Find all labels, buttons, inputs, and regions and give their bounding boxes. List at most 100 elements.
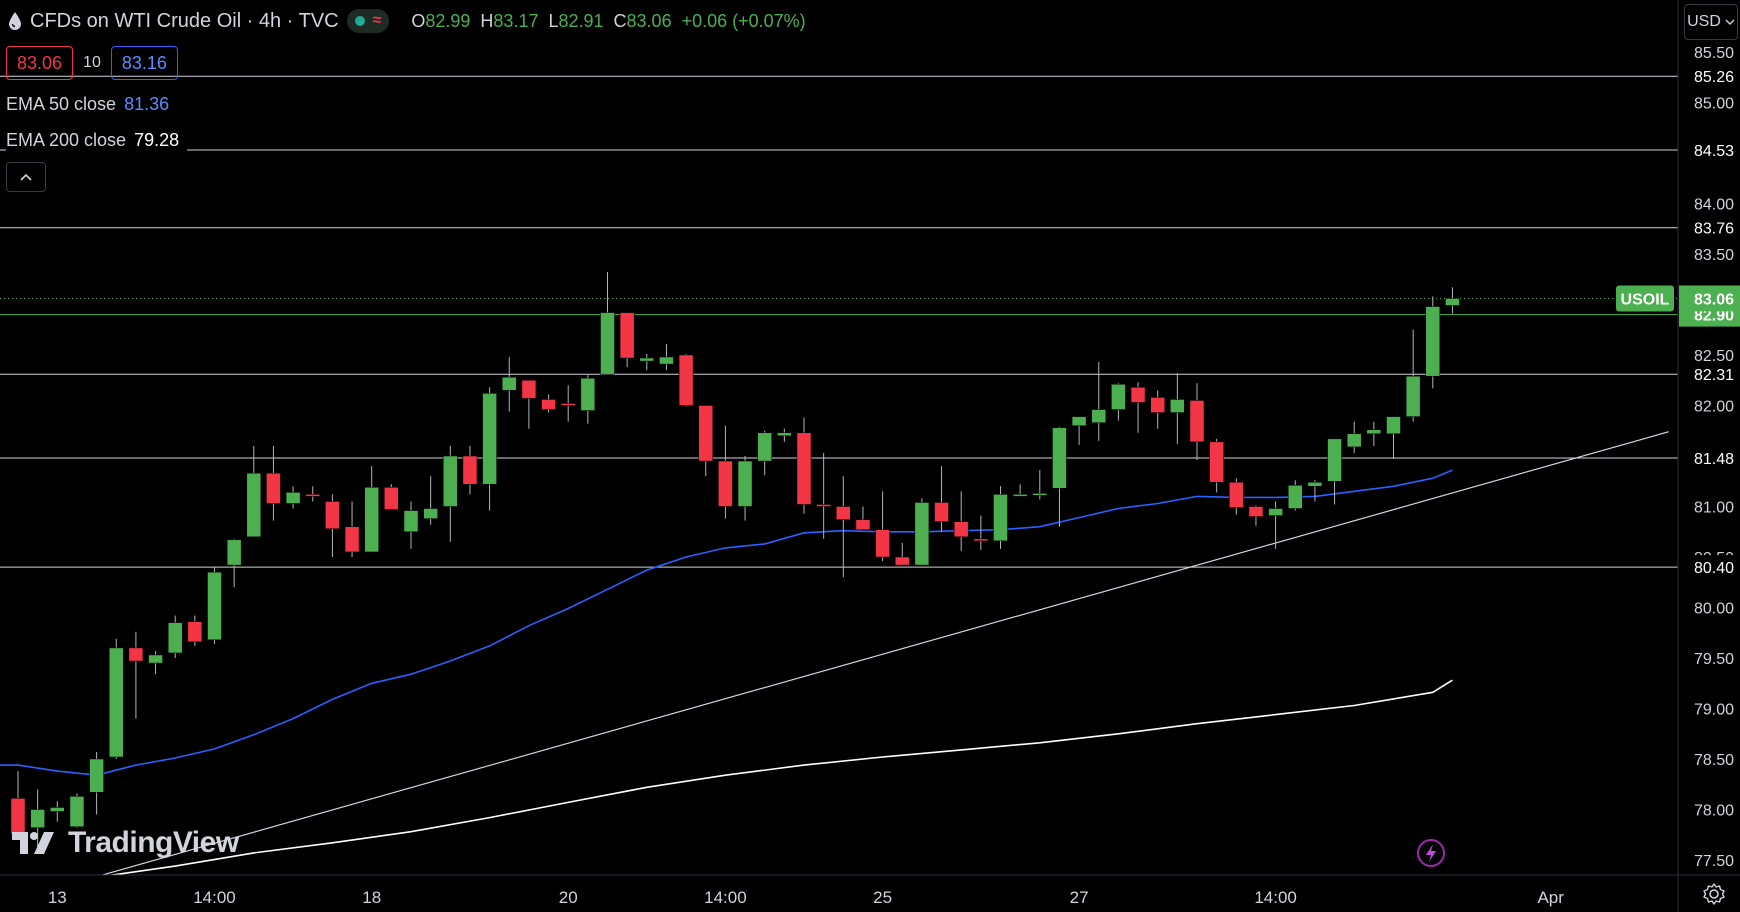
- candle-body[interactable]: [796, 432, 812, 505]
- candle-body[interactable]: [1071, 416, 1087, 426]
- symbol-title[interactable]: CFDs on WTI Crude Oil · 4h · TVC: [30, 10, 339, 33]
- oil-drop-icon: [9, 12, 21, 30]
- candle-body[interactable]: [953, 521, 969, 538]
- x-tick-label: 20: [559, 888, 578, 907]
- tradingview-logo[interactable]: TradingView: [12, 826, 239, 860]
- candle-body[interactable]: [1012, 494, 1028, 497]
- candle-body[interactable]: [1366, 429, 1382, 435]
- market-status[interactable]: ≈: [346, 9, 390, 33]
- candle-body[interactable]: [482, 393, 497, 485]
- candle-body[interactable]: [128, 647, 144, 662]
- candle-body[interactable]: [30, 809, 45, 828]
- candle-body[interactable]: [973, 538, 989, 542]
- candle-body[interactable]: [167, 622, 183, 654]
- candle-body[interactable]: [50, 807, 65, 812]
- candle-body[interactable]: [1288, 485, 1303, 509]
- candle-body[interactable]: [1386, 416, 1401, 435]
- candle-body[interactable]: [443, 455, 458, 507]
- candle-body[interactable]: [1425, 306, 1441, 377]
- settings-gear-icon[interactable]: [1702, 882, 1726, 906]
- currency-selector[interactable]: USD: [1684, 4, 1738, 40]
- candle-body[interactable]: [502, 376, 517, 391]
- y-tick-label: 80.00: [1694, 601, 1734, 618]
- candle-body[interactable]: [1032, 493, 1048, 496]
- candle-body[interactable]: [1150, 397, 1165, 413]
- candle-body[interactable]: [69, 796, 85, 827]
- price-axis[interactable]: [1678, 0, 1740, 875]
- candle-body[interactable]: [580, 377, 596, 411]
- candle-body[interactable]: [1405, 375, 1421, 417]
- candle-body[interactable]: [384, 487, 399, 510]
- candle-body[interactable]: [1268, 508, 1283, 516]
- candle-body[interactable]: [521, 380, 537, 399]
- symbol-tag: USOIL: [1621, 291, 1670, 308]
- logo-text: TradingView: [68, 826, 239, 859]
- candle-body[interactable]: [875, 529, 890, 558]
- candle-body[interactable]: [1111, 384, 1126, 410]
- candle-body[interactable]: [934, 502, 949, 522]
- candle-body[interactable]: [895, 556, 910, 566]
- candle-body[interactable]: [226, 539, 242, 566]
- candle-body[interactable]: [1091, 409, 1106, 423]
- candle-body[interactable]: [1327, 438, 1342, 482]
- candle-body[interactable]: [266, 472, 281, 504]
- candle-body[interactable]: [364, 487, 379, 553]
- close-value: 83.06: [626, 10, 672, 31]
- candle-body[interactable]: [285, 492, 301, 504]
- collapse-legend-button[interactable]: [6, 162, 46, 192]
- candle-body[interactable]: [1209, 441, 1224, 483]
- candle-body[interactable]: [757, 432, 772, 462]
- candle-body[interactable]: [1229, 482, 1244, 508]
- candle-body[interactable]: [462, 455, 478, 485]
- candle-body[interactable]: [777, 432, 792, 437]
- candle-body[interactable]: [541, 399, 556, 410]
- y-tick-label: 85.50: [1694, 45, 1734, 62]
- candle-body[interactable]: [855, 519, 871, 530]
- candle-body[interactable]: [1307, 482, 1323, 487]
- candle-body[interactable]: [148, 654, 163, 664]
- time-axis[interactable]: [0, 875, 1740, 912]
- indicator-ema50[interactable]: EMA 50 close 81.36: [6, 94, 178, 115]
- candle-body[interactable]: [1130, 387, 1146, 403]
- candle-body[interactable]: [423, 508, 438, 519]
- candle-body[interactable]: [698, 405, 713, 462]
- buy-price-button[interactable]: 83.16: [110, 46, 178, 80]
- candle-body[interactable]: [305, 494, 320, 497]
- candle-body[interactable]: [560, 403, 576, 406]
- y-tick-label: 79.50: [1694, 651, 1734, 668]
- candle-body[interactable]: [659, 356, 674, 365]
- y-tick-label: 77.50: [1694, 853, 1734, 870]
- y-tick-label: 84.00: [1694, 197, 1734, 214]
- level-label: 84.53: [1694, 143, 1734, 160]
- indicator-ema200[interactable]: EMA 200 close 79.28: [6, 130, 188, 151]
- candle-body[interactable]: [737, 460, 753, 507]
- candle-body[interactable]: [109, 647, 124, 758]
- candle-body[interactable]: [1189, 400, 1205, 443]
- candle-body[interactable]: [678, 354, 694, 406]
- candle-body[interactable]: [403, 510, 419, 533]
- candle-body[interactable]: [1248, 506, 1264, 517]
- lightning-icon[interactable]: [1416, 838, 1446, 868]
- candle-body[interactable]: [836, 506, 851, 520]
- candle-body[interactable]: [1170, 399, 1185, 413]
- candle-body[interactable]: [344, 526, 360, 553]
- candle-body[interactable]: [993, 494, 1008, 542]
- candle-body[interactable]: [187, 621, 203, 643]
- sell-price-button[interactable]: 83.06: [6, 46, 74, 80]
- candle-body[interactable]: [325, 501, 340, 529]
- candle-body[interactable]: [207, 571, 222, 641]
- candle-body[interactable]: [718, 460, 733, 507]
- candle-body[interactable]: [816, 504, 831, 507]
- candle-body[interactable]: [914, 502, 930, 566]
- price-chart[interactable]: 85.5085.0084.0083.5082.5082.0081.0080.50…: [0, 0, 1740, 912]
- candle-body[interactable]: [246, 472, 262, 538]
- candle-body[interactable]: [639, 357, 655, 362]
- candle-body[interactable]: [89, 758, 104, 793]
- open-value: 82.99: [425, 10, 471, 31]
- candle-body[interactable]: [619, 312, 635, 359]
- candle-body[interactable]: [1052, 427, 1067, 489]
- candle-body[interactable]: [1445, 298, 1460, 306]
- chart-background: [0, 0, 1740, 912]
- candle-body[interactable]: [1346, 433, 1362, 448]
- candle-body[interactable]: [600, 312, 615, 375]
